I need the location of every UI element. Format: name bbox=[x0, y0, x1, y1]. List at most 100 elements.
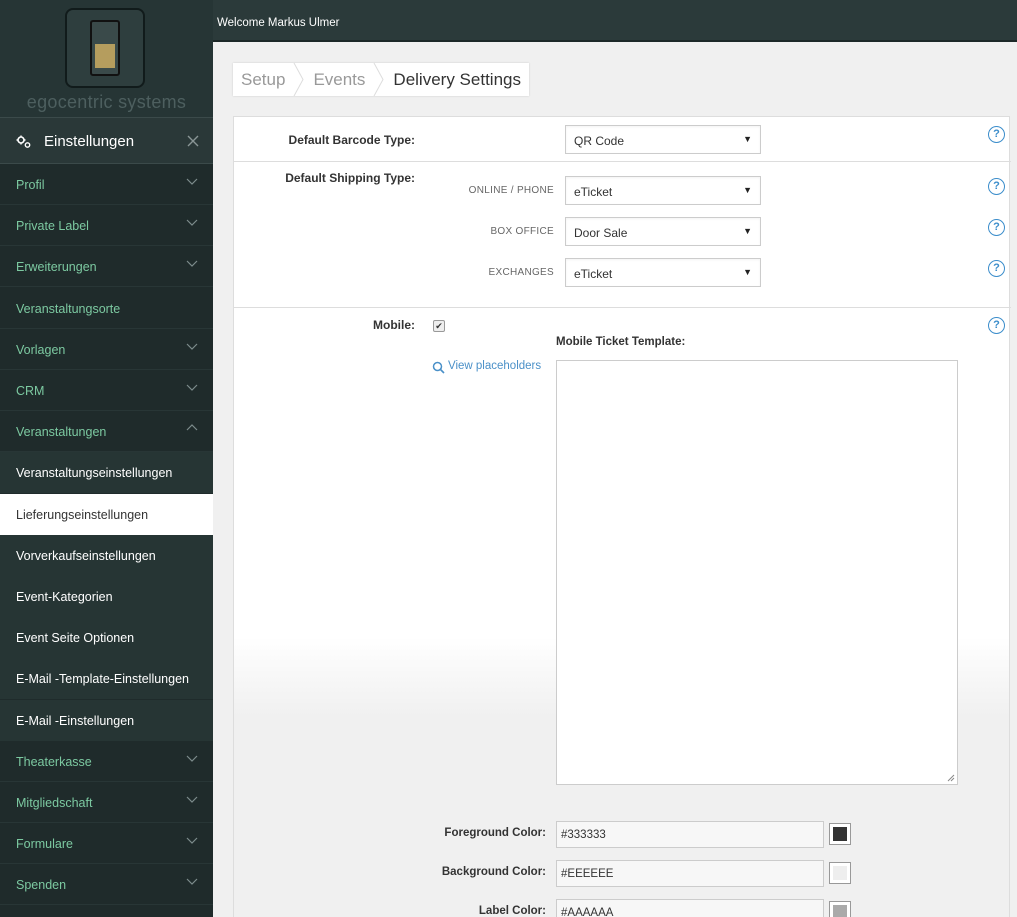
chevron-down-icon bbox=[186, 835, 198, 845]
background-color-input[interactable]: #EEEEEE bbox=[556, 860, 824, 887]
mobile-checkbox[interactable]: ✔ bbox=[433, 320, 445, 332]
sidebar-item-label: Vorlagen bbox=[16, 342, 66, 357]
gears-icon bbox=[16, 134, 32, 150]
close-icon[interactable] bbox=[186, 132, 200, 153]
breadcrumb: Setup Events Delivery Settings bbox=[233, 63, 529, 96]
breadcrumb-delivery-settings: Delivery Settings bbox=[393, 69, 521, 89]
sidebar-item[interactable]: Formulare bbox=[0, 823, 213, 865]
sidebar-item-label: Vorverkaufseinstellungen bbox=[16, 548, 156, 563]
exchanges-label: EXCHANGES bbox=[488, 267, 554, 278]
shipping-label: Default Shipping Type: bbox=[285, 171, 415, 185]
barcode-type-select[interactable]: QR Code ▼ bbox=[565, 125, 761, 154]
background-color-value: #EEEEEE bbox=[561, 868, 614, 880]
breadcrumb-separator-icon bbox=[373, 63, 384, 96]
sidebar-item[interactable]: Veranstaltungsorte bbox=[0, 287, 213, 329]
welcome-text: Welcome Markus Ulmer bbox=[217, 17, 340, 29]
mobile-label: Mobile: bbox=[373, 318, 415, 332]
chevron-down-icon bbox=[186, 258, 198, 268]
chevron-up-icon bbox=[186, 423, 198, 433]
dropdown-arrow-icon: ▼ bbox=[743, 134, 752, 144]
dropdown-arrow-icon: ▼ bbox=[743, 267, 752, 277]
brand-name: egocentric systems bbox=[26, 92, 187, 112]
online-shipping-value: eTicket bbox=[574, 185, 613, 199]
settings-panel: Default Barcode Type: QR Code ▼ ? Defaul… bbox=[233, 116, 1011, 917]
foreground-color-input[interactable]: #333333 bbox=[556, 821, 824, 848]
help-icon[interactable]: ? bbox=[988, 126, 1005, 143]
sidebar-item-label: E-Mail -Einstellungen bbox=[16, 713, 135, 728]
top-bar: Welcome Markus Ulmer bbox=[213, 0, 1017, 42]
sidebar-item-label: Spenden bbox=[16, 878, 67, 893]
sidebar-item[interactable]: Profil bbox=[0, 164, 213, 205]
sidebar-item-label: Formulare bbox=[16, 837, 73, 852]
sidebar-item[interactable]: Spenden bbox=[0, 864, 213, 906]
main-content: Setup Events Delivery Settings Default B… bbox=[213, 42, 1017, 917]
sidebar-item[interactable]: Vorlagen bbox=[0, 328, 213, 370]
exchanges-shipping-select[interactable]: eTicket ▼ bbox=[565, 258, 761, 287]
sidebar-item-label: Veranstaltungseinstellungen bbox=[16, 466, 173, 481]
chevron-down-icon bbox=[186, 341, 198, 351]
foreground-color-label: Foreground Color: bbox=[444, 827, 546, 839]
divider bbox=[234, 307, 1011, 308]
foreground-color-swatch[interactable] bbox=[829, 823, 851, 845]
sidebar-item[interactable]: E-Mail -Einstellungen bbox=[0, 699, 213, 741]
sidebar: egocentric systems Einstellungen Profil P… bbox=[0, 0, 213, 917]
help-icon[interactable]: ? bbox=[988, 260, 1005, 277]
sidebar-item[interactable]: Mitgliedschaft bbox=[0, 782, 213, 823]
chevron-down-icon bbox=[186, 876, 198, 886]
mobile-template-textarea[interactable] bbox=[556, 360, 958, 785]
logo: egocentric systems bbox=[0, 0, 213, 117]
breadcrumb-events[interactable]: Events bbox=[305, 70, 373, 90]
sidebar-item[interactable]: Event-Kategorien bbox=[0, 576, 213, 617]
sidebar-title: Einstellungen bbox=[44, 133, 135, 150]
dropdown-arrow-icon: ▼ bbox=[743, 185, 752, 195]
help-icon[interactable]: ? bbox=[988, 219, 1005, 236]
label-color-value: #AAAAAA bbox=[561, 907, 614, 917]
sidebar-item-label: Lieferungseinstellungen bbox=[16, 507, 149, 522]
phone-logo-icon bbox=[65, 8, 145, 88]
background-color-swatch[interactable] bbox=[829, 862, 851, 884]
resize-handle-icon[interactable] bbox=[947, 774, 955, 782]
sidebar-item-label: Event Seite Optionen bbox=[16, 631, 135, 646]
chevron-down-icon bbox=[186, 176, 198, 186]
sidebar-item-label: Theaterkasse bbox=[16, 754, 92, 769]
sidebar-item-label: E-Mail -Template-Einstellungen bbox=[16, 672, 189, 687]
settings-header: Einstellungen bbox=[0, 117, 213, 164]
sidebar-item[interactable]: Erweiterungen bbox=[0, 246, 213, 288]
sidebar-item[interactable]: Theaterkasse bbox=[0, 740, 213, 782]
chevron-down-icon bbox=[186, 753, 198, 763]
sidebar-item-label: Event-Kategorien bbox=[16, 590, 113, 604]
label-color-swatch[interactable] bbox=[829, 901, 851, 917]
sidebar-item[interactable]: CRM bbox=[0, 370, 213, 411]
dropdown-arrow-icon: ▼ bbox=[743, 226, 752, 236]
help-icon[interactable]: ? bbox=[988, 317, 1005, 334]
mobile-template-label: Mobile Ticket Template: bbox=[556, 336, 686, 348]
exchanges-shipping-value: eTicket bbox=[574, 267, 613, 281]
online-shipping-select[interactable]: eTicket ▼ bbox=[565, 176, 761, 205]
sidebar-item-label: Veranstaltungsorte bbox=[16, 301, 121, 316]
sidebar-item[interactable]: Lieferungseinstellungen bbox=[0, 493, 213, 535]
sidebar-item[interactable]: Veranstaltungen bbox=[0, 411, 213, 453]
label-color-input[interactable]: #AAAAAA bbox=[556, 899, 824, 917]
box-office-shipping-value: Door Sale bbox=[574, 226, 628, 240]
sidebar-item[interactable]: Private Label bbox=[0, 205, 213, 247]
sidebar-item[interactable]: Veranstaltungseinstellungen bbox=[0, 452, 213, 494]
barcode-type-value: QR Code bbox=[574, 134, 625, 148]
label-color-label: Label Color: bbox=[478, 905, 546, 917]
sidebar-item[interactable]: Vorverkaufseinstellungen bbox=[0, 534, 213, 576]
sidebar-item-label: Erweiterungen bbox=[16, 260, 97, 275]
box-office-label: BOX OFFICE bbox=[490, 226, 554, 237]
view-placeholders-link[interactable]: View placeholders bbox=[448, 360, 541, 372]
chevron-down-icon bbox=[186, 382, 198, 392]
breadcrumb-setup[interactable]: Setup bbox=[233, 70, 293, 90]
background-color-label: Background Color: bbox=[441, 866, 546, 878]
sidebar-item[interactable]: E-Mail -Template-Einstellungen bbox=[0, 658, 213, 700]
sidebar-item[interactable]: Event Seite Optionen bbox=[0, 617, 213, 659]
chevron-down-icon bbox=[186, 217, 198, 227]
divider bbox=[234, 161, 1011, 162]
help-icon[interactable]: ? bbox=[988, 178, 1005, 195]
search-icon bbox=[432, 361, 445, 374]
sidebar-item-label: Profil bbox=[16, 178, 45, 192]
box-office-shipping-select[interactable]: Door Sale ▼ bbox=[565, 217, 761, 246]
sidebar-item-label: Mitgliedschaft bbox=[16, 796, 93, 810]
foreground-color-value: #333333 bbox=[561, 829, 606, 841]
